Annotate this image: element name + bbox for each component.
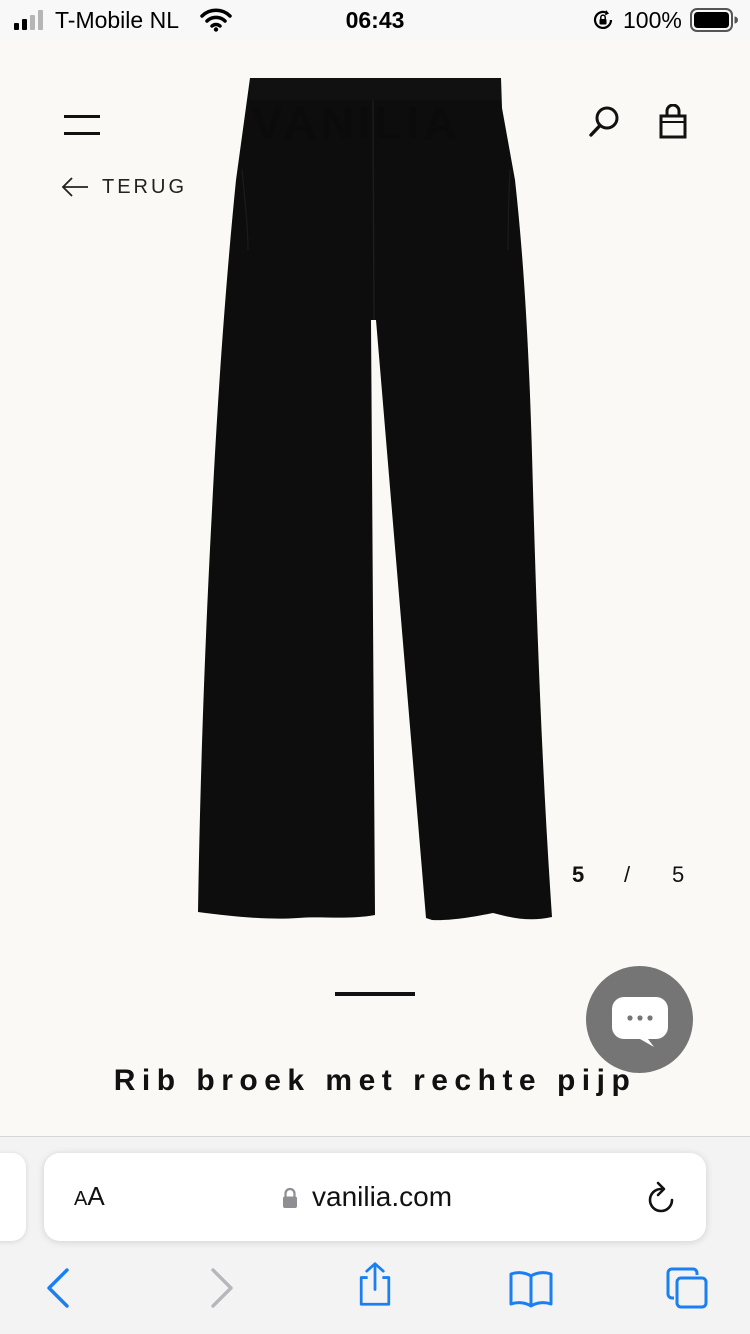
- image-counter-current: 5: [572, 862, 585, 887]
- browser-toolbar: AA vanilia.com: [0, 1136, 750, 1334]
- battery-icon: [690, 8, 738, 32]
- back-link-label: TERUG: [102, 175, 187, 198]
- back-icon[interactable]: [38, 1265, 84, 1311]
- reload-icon[interactable]: [646, 1181, 678, 1215]
- product-title: Rib broek met rechte pijp: [113, 1064, 637, 1097]
- image-slider-indicator: [335, 992, 415, 996]
- battery-percentage: 100%: [623, 7, 682, 33]
- site-logo[interactable]: VANILIA: [252, 96, 502, 150]
- chat-bubble-icon: [612, 997, 668, 1047]
- status-bar: T-Mobile NL 06:43 100%: [0, 0, 750, 40]
- lock-icon: [283, 1187, 297, 1208]
- image-counter-separator: /: [624, 862, 631, 887]
- url-text: vanilia.com: [312, 1181, 453, 1212]
- hamburger-menu-icon[interactable]: [58, 110, 104, 140]
- text-size-button[interactable]: AA: [74, 1181, 105, 1212]
- image-counter: 5 / 5: [572, 860, 684, 890]
- product-image[interactable]: [190, 70, 560, 930]
- rotation-lock-icon: [593, 10, 613, 29]
- back-arrow-icon: [61, 177, 88, 197]
- previous-tab-preview[interactable]: [0, 1153, 26, 1241]
- shopping-bag-icon[interactable]: [656, 104, 690, 140]
- tabs-icon[interactable]: [664, 1265, 710, 1311]
- bookmarks-icon[interactable]: [508, 1265, 554, 1311]
- share-icon[interactable]: [352, 1261, 398, 1307]
- chat-button[interactable]: [586, 966, 693, 1073]
- forward-icon[interactable]: [196, 1265, 242, 1311]
- address-bar[interactable]: AA vanilia.com: [44, 1153, 706, 1241]
- search-icon[interactable]: [586, 104, 622, 140]
- image-counter-total: 5: [672, 862, 685, 887]
- back-link[interactable]: TERUG: [60, 172, 187, 202]
